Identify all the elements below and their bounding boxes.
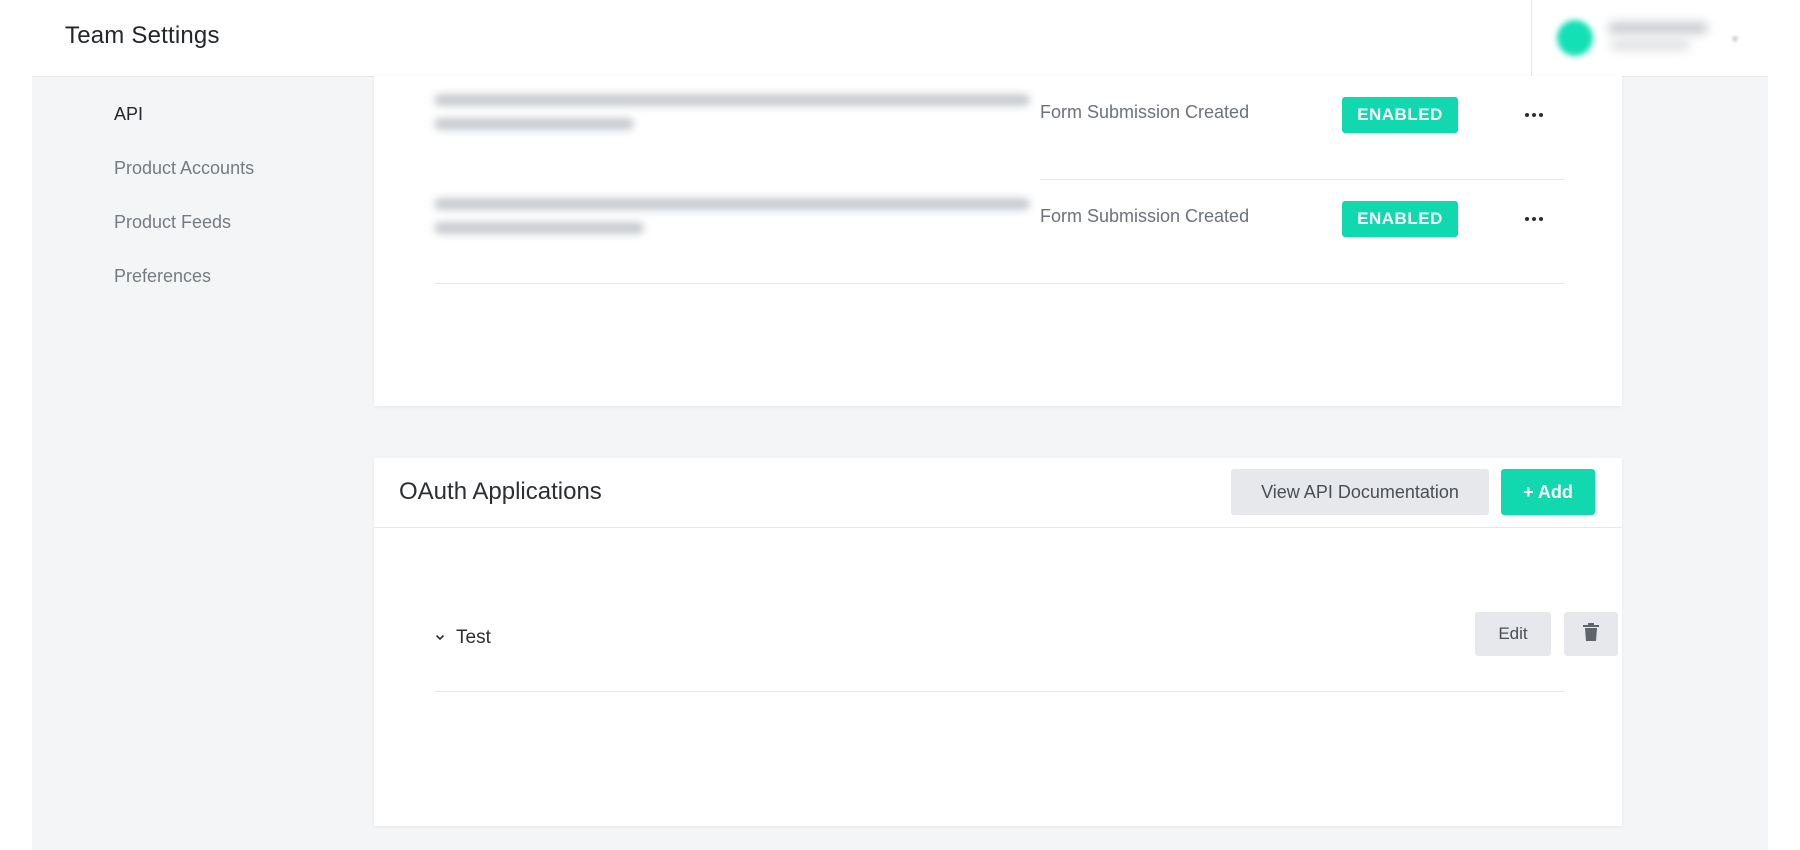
user-name-redacted (1608, 22, 1708, 34)
chevron-down-icon[interactable]: ▾ (1732, 32, 1746, 46)
oauth-title: OAuth Applications (399, 478, 602, 505)
user-org-redacted (1610, 40, 1690, 50)
sidebar-item-preferences[interactable]: Preferences (114, 266, 211, 287)
webhook-event: Form Submission Created (1040, 102, 1250, 122)
webhook-url-redacted (434, 198, 1030, 210)
add-oauth-app-button[interactable]: + Add (1501, 469, 1595, 515)
page-title: Team Settings (65, 22, 220, 49)
webhook-url-redacted (434, 222, 644, 234)
status-badge: ENABLED (1342, 201, 1458, 237)
sidebar-item-product-feeds[interactable]: Product Feeds (114, 212, 231, 233)
oauth-app-name[interactable]: Test (456, 627, 491, 649)
webhook-url-redacted (434, 94, 1030, 106)
trash-icon (1582, 622, 1600, 647)
chevron-down-icon[interactable] (434, 631, 446, 643)
user-menu[interactable]: ▾ (1531, 0, 1769, 76)
view-api-documentation-button[interactable]: View API Documentation (1231, 469, 1489, 515)
webhook-row: Form Submission Created ENABLED (434, 180, 1564, 284)
avatar[interactable] (1557, 20, 1593, 56)
more-horizontal-icon[interactable] (1519, 103, 1549, 127)
webhooks-card: Form Submission Created ENABLED Form Sub… (374, 76, 1622, 406)
oauth-card-header: OAuth Applications View API Documentatio… (374, 458, 1622, 528)
status-badge: ENABLED (1342, 97, 1458, 133)
oauth-applications-card: OAuth Applications View API Documentatio… (374, 458, 1622, 826)
webhook-row: Form Submission Created ENABLED (434, 76, 1564, 180)
top-bar: Team Settings ▾ (0, 0, 1800, 76)
sidebar-item-api[interactable]: API (114, 104, 143, 125)
more-horizontal-icon[interactable] (1519, 207, 1549, 231)
delete-button[interactable] (1564, 612, 1618, 656)
sidebar-item-product-accounts[interactable]: Product Accounts (114, 158, 254, 179)
row-divider (434, 283, 1564, 284)
edit-button[interactable]: Edit (1475, 612, 1551, 656)
webhook-event: Form Submission Created (1040, 206, 1250, 226)
oauth-app-row: Test Edit (434, 533, 1618, 692)
webhook-url-redacted (434, 118, 634, 130)
